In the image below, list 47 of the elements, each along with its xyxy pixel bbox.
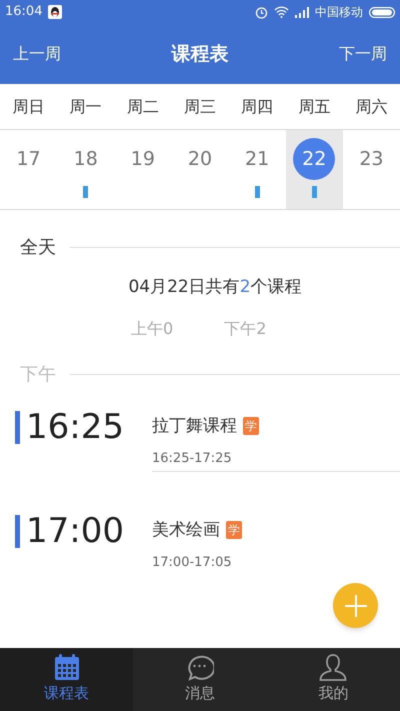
- date-cell[interactable]: 20: [188, 138, 212, 180]
- person-icon: [319, 654, 348, 681]
- page-title: 课程表: [172, 42, 228, 67]
- wifi-icon: [274, 6, 289, 18]
- time-marker: [15, 411, 20, 444]
- tab-bar-item[interactable]: 课程表: [0, 648, 134, 711]
- alarm-icon: [255, 6, 268, 18]
- chat-bubble-icon: [185, 654, 214, 681]
- previous-week-button[interactable]: 上一周: [13, 42, 61, 66]
- weekday-label: 周二: [126, 96, 160, 118]
- course-time-range: 16:25-17:25: [152, 450, 233, 468]
- battery-icon: [369, 6, 395, 18]
- weekday-label: 周一: [68, 96, 103, 118]
- course-summary: 04月22日共有2个课程: [128, 276, 302, 299]
- status-time: 16:04: [5, 3, 42, 22]
- afternoon-count: 下午2: [224, 318, 266, 340]
- course-title: 美术绘画: [152, 518, 220, 542]
- weekday-label: 周五: [297, 96, 332, 118]
- carrier-name: 中国移动: [315, 4, 363, 21]
- course-badge: 学: [243, 417, 259, 436]
- plus-icon: [344, 594, 368, 618]
- start-time: 17:00: [26, 510, 124, 553]
- date-cell[interactable]: 22: [293, 138, 336, 180]
- tab-bar-item[interactable]: 消息: [133, 648, 267, 711]
- weekday-label: 周日: [12, 96, 46, 118]
- start-time: 16:25: [26, 406, 124, 449]
- date-cell[interactable]: 23: [359, 138, 384, 180]
- date-cell[interactable]: 21: [245, 138, 270, 180]
- section-heading: 全天: [20, 236, 56, 260]
- course-title: 拉丁舞课程: [152, 414, 237, 438]
- course-badge: 学: [226, 521, 242, 540]
- morning-count: 上午0: [131, 318, 174, 340]
- weekday-label: 周四: [240, 96, 274, 118]
- section-heading: 下午: [20, 362, 56, 386]
- signal-icon: [295, 6, 309, 18]
- course-time-range: 17:00-17:05: [152, 554, 233, 572]
- time-marker: [15, 515, 20, 548]
- next-week-button[interactable]: 下一周: [339, 42, 387, 66]
- date-cell[interactable]: 19: [130, 138, 155, 180]
- weekday-label: 周六: [354, 96, 388, 118]
- calendar-icon: [54, 654, 80, 681]
- weekday-label: 周三: [182, 96, 217, 118]
- add-button[interactable]: [333, 583, 378, 628]
- date-cell[interactable]: 18: [74, 138, 98, 180]
- date-cell[interactable]: 17: [16, 138, 41, 180]
- penguin-icon: [48, 5, 62, 19]
- tab-bar-item[interactable]: 我的: [266, 648, 400, 711]
